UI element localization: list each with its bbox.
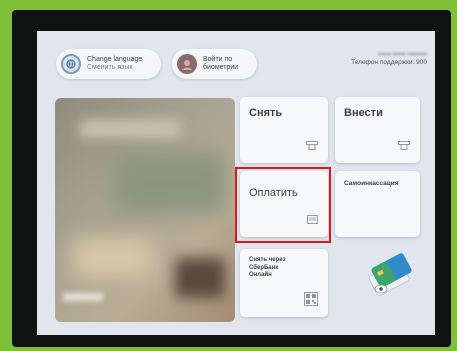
sberbank-online-tile[interactable]: Снять через СберБанк Онлайн: [240, 249, 328, 317]
change-language-subtitle: Сменить язык: [87, 64, 133, 71]
biometrics-line1: Войти по: [203, 56, 233, 63]
globe-icon: [61, 54, 81, 74]
face-icon: [177, 54, 197, 74]
withdraw-tile[interactable]: Снять: [240, 97, 328, 163]
deposit-tile[interactable]: Внести: [335, 97, 420, 163]
top-bar: Change language Сменить язык Войти по би…: [37, 31, 435, 91]
promo-banner[interactable]: [55, 98, 235, 322]
support-blurred-line: ▬▬ ▬▬ ▬▬▬: [377, 50, 427, 57]
support-info: ▬▬ ▬▬ ▬▬▬ Телефон поддержки: 900: [351, 49, 427, 67]
bank-cards-icon: [363, 253, 417, 308]
biometrics-line2: биометрии: [203, 64, 239, 71]
biometrics-login-button[interactable]: Войти по биометрии: [172, 49, 257, 79]
self-collection-tile[interactable]: Самоинкассация: [335, 171, 420, 237]
qr-code-icon: [304, 292, 318, 311]
atm-screen: Change language Сменить язык Войти по би…: [37, 31, 435, 335]
cash-in-icon: [398, 137, 410, 155]
sberbank-online-line1: Снять через: [249, 257, 286, 263]
sberbank-online-label: Снять через СберБанк Онлайн: [249, 257, 286, 280]
cash-out-icon: [306, 137, 318, 155]
pay-highlight-box: [235, 167, 331, 243]
sberbank-online-line3: Онлайн: [249, 272, 272, 278]
change-language-title: Change language: [87, 56, 143, 63]
support-phone: Телефон поддержки: 900: [351, 59, 427, 66]
sberbank-online-line2: СберБанк: [249, 264, 279, 271]
change-language-button[interactable]: Change language Сменить язык: [56, 49, 161, 79]
withdraw-label: Снять: [249, 107, 283, 119]
self-collection-label: Самоинкассация: [344, 180, 399, 187]
deposit-label: Внести: [344, 107, 383, 119]
